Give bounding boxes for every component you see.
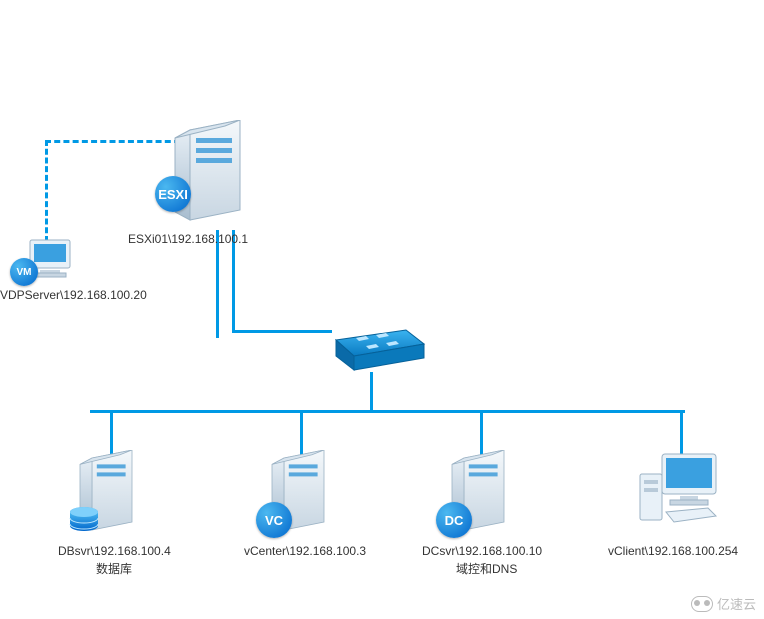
link-esxi-switch-2b xyxy=(232,330,332,333)
switch-icon xyxy=(326,326,426,374)
drop-vclient xyxy=(680,410,683,455)
esxi-label: ESXi01\192.168.100.1 xyxy=(128,232,248,246)
link-esxi-vdp-h xyxy=(45,140,180,143)
drop-vcenter xyxy=(300,410,303,455)
link-esxi-switch-1 xyxy=(216,230,219,338)
vdp-label: VDPServer\192.168.100.20 xyxy=(0,288,147,302)
dc-sub: 域控和DNS xyxy=(456,560,517,577)
server-icon xyxy=(170,120,260,230)
db-sub: 数据库 xyxy=(96,560,132,577)
workstation-icon xyxy=(636,452,722,530)
vc-badge: VC xyxy=(256,502,292,538)
diagram-canvas: ESXI ESXi01\192.168.100.1 VM VDPServer\1… xyxy=(0,0,764,619)
vc-badge-text: VC xyxy=(265,513,283,528)
watermark: 亿速云 xyxy=(691,594,756,613)
bus xyxy=(90,410,685,413)
watermark-text: 亿速云 xyxy=(717,594,756,613)
drop-dc xyxy=(480,410,483,455)
dc-badge: DC xyxy=(436,502,472,538)
vcenter-label: vCenter\192.168.100.3 xyxy=(244,544,366,558)
db-label: DBsvr\192.168.100.4 xyxy=(58,544,171,558)
vm-badge: VM xyxy=(10,258,38,286)
vclient-label: vClient\192.168.100.254 xyxy=(608,544,738,558)
link-esxi-vdp-v xyxy=(45,140,48,242)
esxi-badge: ESXI xyxy=(155,176,191,212)
link-switch-bus xyxy=(370,372,373,412)
watermark-icon xyxy=(691,596,713,612)
vm-badge-text: VM xyxy=(17,267,32,278)
database-icon xyxy=(66,504,102,540)
drop-db xyxy=(110,410,113,455)
dc-label: DCsvr\192.168.100.10 xyxy=(422,544,542,558)
esxi-badge-text: ESXI xyxy=(158,187,188,202)
dc-badge-text: DC xyxy=(445,513,464,528)
